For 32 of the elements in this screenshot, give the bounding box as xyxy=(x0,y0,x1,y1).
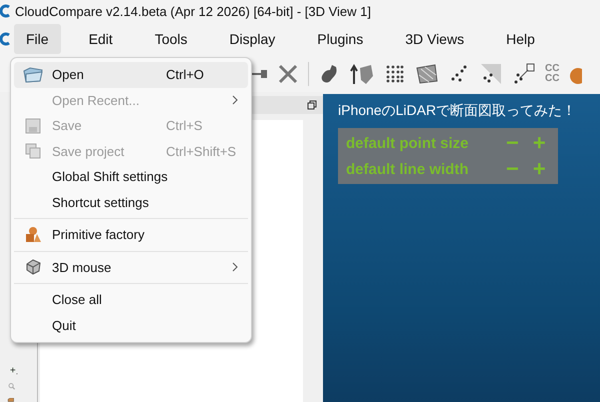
shapes-icon xyxy=(24,226,42,244)
app-logo-icon xyxy=(0,32,10,46)
close-icon[interactable] xyxy=(277,63,299,85)
menu-entry[interactable]: Close all xyxy=(14,287,248,312)
menu-entry[interactable]: Primitive factory xyxy=(14,222,248,248)
folder-icon xyxy=(23,66,43,83)
control-label: default point size xyxy=(346,134,470,152)
menu-item[interactable]: File xyxy=(14,24,61,54)
app-logo-icon xyxy=(0,4,10,18)
menu-item[interactable]: Display xyxy=(217,24,288,54)
control-label: default line width xyxy=(346,160,470,178)
menu-item[interactable]: Help xyxy=(494,24,547,54)
restore-icon[interactable] xyxy=(307,100,317,110)
cube-icon xyxy=(24,258,42,276)
points-link-icon[interactable] xyxy=(512,62,536,86)
plane-points-icon[interactable] xyxy=(479,62,503,86)
menu-entry[interactable]: Shortcut settings xyxy=(14,190,248,215)
menu-item[interactable]: Tools xyxy=(142,24,200,54)
connect-icon[interactable] xyxy=(252,68,268,80)
menu-entry[interactable]: Open Ctrl+O xyxy=(14,62,248,88)
menu-entry[interactable]: 3D mouse xyxy=(14,254,248,280)
view-title: iPhoneのLiDARで断面図取ってみた！ xyxy=(338,102,578,120)
arrow-shape-icon[interactable] xyxy=(349,62,375,86)
point-cloud-icon[interactable] xyxy=(384,63,406,85)
window-title: CloudCompare v2.14.beta (Apr 12 2026) [64-bit] - [3D View 1] xyxy=(15,4,372,18)
menu-entry[interactable]: Global Shift settings xyxy=(14,164,248,190)
menu-item[interactable]: Plugins xyxy=(305,24,376,54)
menu-item[interactable]: Edit xyxy=(76,24,125,54)
mesh-icon[interactable] xyxy=(415,63,439,85)
menu-item[interactable]: 3D Views xyxy=(393,24,476,54)
disks-icon xyxy=(25,143,41,160)
menu-entry[interactable]: Quit xyxy=(14,312,248,338)
